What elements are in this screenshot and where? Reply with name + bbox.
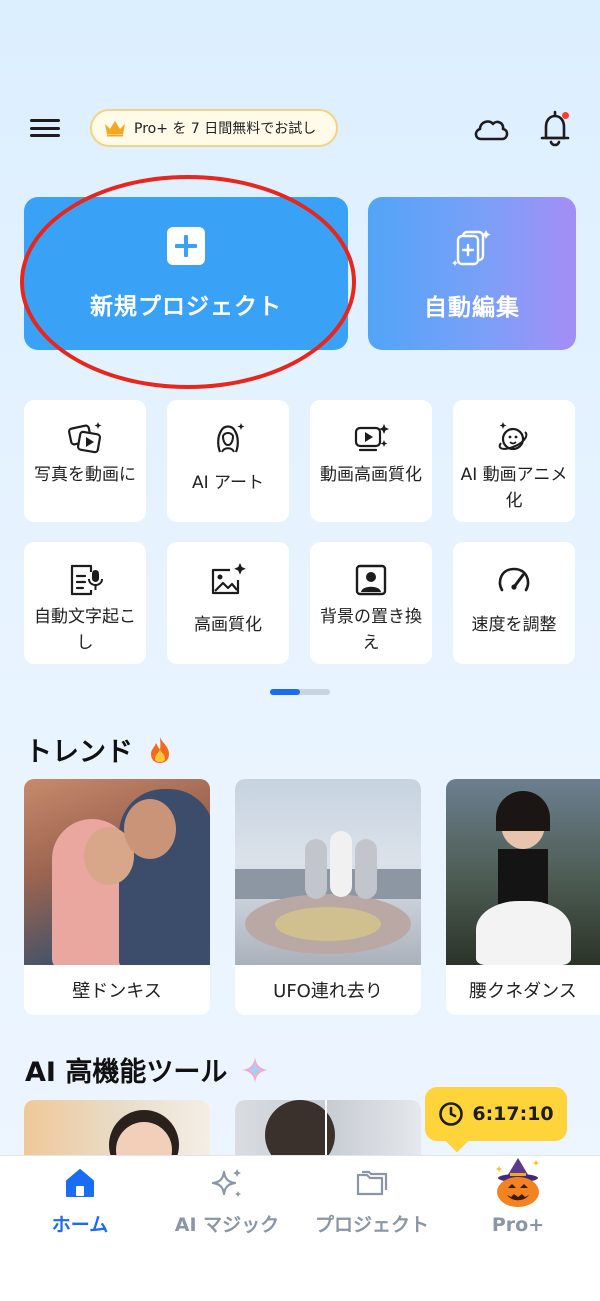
tool-label: 高画質化 [194, 615, 262, 635]
tool-label: 写真を動画に [34, 465, 136, 485]
auto-edit-label: 自動編集 [424, 294, 520, 321]
video-enhance-icon [354, 424, 389, 452]
pro-trial-banner[interactable]: Pro+ を 7 日間無料でお試し [90, 109, 338, 147]
plus-icon [167, 226, 205, 265]
trend-card[interactable]: 腰クネダンス [446, 779, 600, 1015]
tool-label: 自動文字起こし [34, 607, 136, 653]
background-replace-icon [355, 564, 387, 596]
tool-background-replace[interactable]: 背景の置き換え [310, 542, 432, 664]
tool-label: 速度を調整 [471, 615, 557, 635]
video-anime-icon [498, 422, 528, 451]
menu-icon-line [30, 119, 60, 122]
trend-caption: 壁ドンキス [72, 981, 162, 1002]
fire-icon [151, 736, 169, 763]
tool-speed[interactable]: 速度を調整 [453, 542, 575, 664]
nav-home-label: ホーム [51, 1214, 109, 1236]
trend-caption: UFO連れ去り [273, 981, 383, 1002]
nav-home[interactable]: ホーム [5, 1166, 155, 1246]
nav-ai-magic[interactable]: AI マジック [152, 1166, 302, 1246]
sparkle-icon [242, 1056, 269, 1083]
menu-icon-line [30, 134, 60, 137]
trend-card[interactable]: 壁ドンキス [24, 779, 210, 1015]
ai-tools-title: AI 高機能ツール [25, 1057, 228, 1088]
tool-label: 動画高画質化 [320, 465, 422, 485]
tool-ai-art[interactable]: AI アート [167, 400, 289, 522]
trend-caption: 腰クネダンス [469, 981, 577, 1002]
tool-label: AI 動画アニメ化 [460, 465, 568, 511]
tool-photo-to-video[interactable]: 写真を動画に [24, 400, 146, 522]
tool-image-enhance[interactable]: 高画質化 [167, 542, 289, 664]
transcribe-icon [70, 564, 103, 596]
tool-video-anime[interactable]: AI 動画アニメ化 [453, 400, 575, 522]
trend-section-header: トレンド [25, 730, 173, 769]
new-project-button[interactable]: 新規プロジェクト [24, 197, 348, 350]
clock-icon [439, 1102, 464, 1126]
tool-label: AI アート [191, 473, 265, 493]
ai-tools-section-header: AI 高機能ツール [25, 1050, 269, 1089]
nav-projects-label: プロジェクト [314, 1214, 429, 1236]
nav-pro[interactable]: Pro+ [443, 1156, 593, 1236]
photo-to-video-icon [68, 422, 102, 454]
trend-thumbnail [446, 779, 600, 965]
page-indicator [270, 689, 330, 695]
nav-pro-label: Pro+ [491, 1214, 545, 1236]
trend-card[interactable]: UFO連れ去り [235, 779, 421, 1015]
new-project-label: 新規プロジェクト [90, 293, 282, 320]
tool-transcribe[interactable]: 自動文字起こし [24, 542, 146, 664]
timer-value: 6:17:10 [472, 1103, 554, 1125]
countdown-timer[interactable]: 6:17:10 [425, 1087, 567, 1141]
promo-text: Pro+ を 7 日間無料でお試し [134, 121, 317, 137]
home-icon [66, 1169, 94, 1197]
auto-edit-icon [452, 229, 491, 266]
auto-edit-button[interactable]: 自動編集 [368, 197, 576, 350]
image-enhance-icon [211, 563, 246, 595]
tool-label: 背景の置き換え [320, 607, 422, 653]
magic-sparkle-icon [211, 1169, 241, 1197]
menu-icon-line [30, 126, 60, 130]
crown-icon [105, 121, 125, 137]
nav-projects[interactable]: プロジェクト [297, 1166, 447, 1246]
page-indicator-active [270, 689, 300, 695]
folder-icon [356, 1170, 388, 1196]
trend-thumbnail [235, 779, 421, 965]
menu-button[interactable] [28, 112, 62, 144]
speed-icon [498, 567, 530, 592]
ai-art-icon [217, 423, 245, 453]
notification-badge [562, 112, 569, 119]
nav-ai-magic-label: AI マジック [174, 1214, 280, 1236]
cloud-icon[interactable] [472, 112, 510, 146]
trend-thumbnail [24, 779, 210, 965]
pumpkin-witch-icon [496, 1158, 539, 1207]
tool-video-enhance[interactable]: 動画高画質化 [310, 400, 432, 522]
trend-title: トレンド [25, 737, 133, 768]
